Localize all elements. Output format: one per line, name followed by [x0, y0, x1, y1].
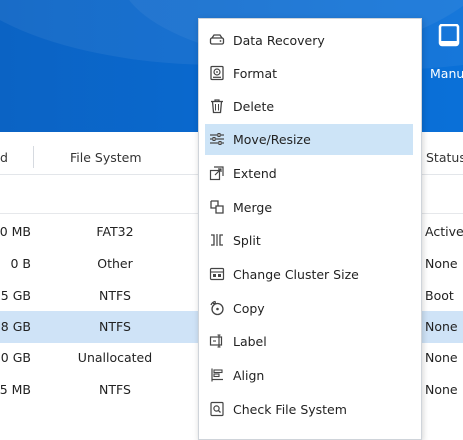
- menu-item-label: Format: [233, 66, 278, 81]
- status-cell: Boot: [425, 288, 454, 303]
- status-cell: None: [425, 382, 458, 397]
- menu-item-check-file-system[interactable]: Check File System: [205, 394, 413, 425]
- menu-item-label[interactable]: Label: [205, 326, 413, 357]
- manual-label: Manu: [430, 66, 463, 81]
- column-header-file-system[interactable]: File System: [70, 150, 142, 165]
- menu-item-label: Data Recovery: [233, 33, 325, 48]
- menu-item-move-resize[interactable]: Move/Resize: [205, 124, 413, 155]
- status-cell: None: [425, 350, 458, 365]
- manual-button[interactable]: Manu: [424, 18, 463, 88]
- align-icon: [209, 367, 225, 383]
- menu-item-label: Change Cluster Size: [233, 267, 359, 282]
- data-recovery-icon: [209, 32, 225, 48]
- menu-item-merge[interactable]: Merge: [205, 192, 413, 223]
- check-file-system-icon: [209, 401, 225, 417]
- size-cell: 0 B: [10, 256, 31, 271]
- label-icon: [209, 333, 225, 349]
- size-cell: 00 GB: [0, 350, 31, 365]
- book-icon: [438, 24, 460, 48]
- menu-item-delete[interactable]: Delete: [205, 91, 413, 122]
- menu-item-align[interactable]: Align: [205, 360, 413, 391]
- file-system-cell: FAT32: [96, 224, 134, 239]
- column-header-used[interactable]: d: [0, 150, 8, 165]
- menu-item-copy[interactable]: Copy: [205, 293, 413, 324]
- move-resize-icon: [209, 131, 225, 147]
- delete-icon: [209, 98, 225, 114]
- file-system-cell: NTFS: [99, 288, 131, 303]
- copy-icon: [209, 300, 225, 316]
- menu-item-data-recovery[interactable]: Data Recovery: [205, 25, 413, 56]
- status-cell: Active: [425, 224, 463, 239]
- file-system-cell: NTFS: [99, 319, 131, 334]
- size-cell: 5 MB: [0, 382, 31, 397]
- menu-item-extend[interactable]: Extend: [205, 158, 413, 189]
- split-icon: [209, 232, 225, 248]
- file-system-cell: Other: [97, 256, 133, 271]
- file-system-cell: Unallocated: [77, 350, 153, 365]
- menu-item-label: Check File System: [233, 402, 347, 417]
- cluster-size-icon: [209, 266, 225, 282]
- extend-icon: [209, 165, 225, 181]
- merge-icon: [209, 199, 225, 215]
- partition-context-menu: Data Recovery Format Delete Move/Resize …: [198, 18, 422, 440]
- menu-item-label: Split: [233, 233, 261, 248]
- status-cell: None: [425, 319, 458, 334]
- menu-item-format[interactable]: Format: [205, 58, 413, 89]
- format-icon: [209, 65, 225, 81]
- size-cell: 0 MB: [0, 224, 31, 239]
- menu-item-change-cluster-size[interactable]: Change Cluster Size: [205, 259, 413, 290]
- file-system-cell: NTFS: [99, 382, 131, 397]
- menu-item-label: Align: [233, 368, 265, 383]
- status-cell: None: [425, 256, 458, 271]
- size-cell: 55 GB: [0, 288, 31, 303]
- menu-item-split[interactable]: Split: [205, 225, 413, 256]
- menu-item-label: Extend: [233, 166, 277, 181]
- menu-item-label: Merge: [233, 200, 273, 215]
- column-header-status[interactable]: Status: [426, 150, 463, 165]
- size-cell: 8 GB: [0, 319, 31, 334]
- menu-item-label: Move/Resize: [233, 132, 311, 147]
- menu-item-label: Delete: [233, 99, 275, 114]
- column-divider[interactable]: [33, 146, 34, 168]
- menu-item-label: Copy: [233, 301, 265, 316]
- menu-item-label-text: Label: [233, 334, 267, 349]
